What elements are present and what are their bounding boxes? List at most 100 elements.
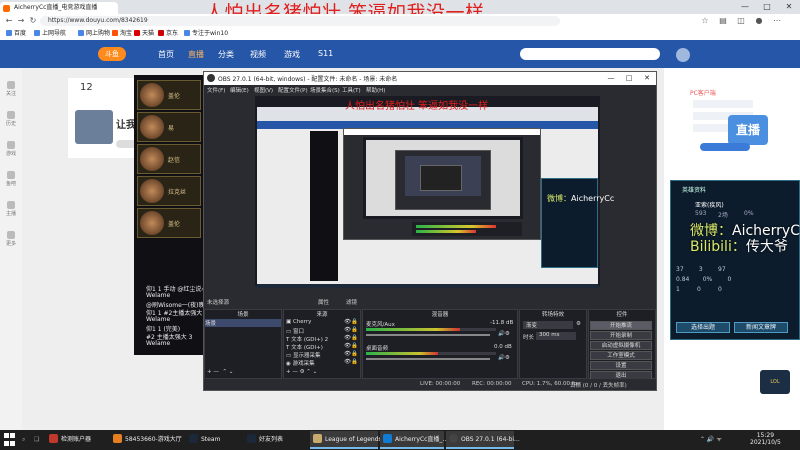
menu-file[interactable]: 文件(F): [207, 86, 225, 94]
bookmark-item[interactable]: 专注于win10: [184, 29, 228, 39]
obs-minimize-icon[interactable]: —: [602, 72, 620, 85]
source-item[interactable]: ▭ 显示器采集 👁🔒: [286, 351, 358, 359]
taskbar-taskview-icon[interactable]: ❏: [34, 431, 39, 449]
settings-button[interactable]: 设置: [590, 361, 652, 370]
add-source-icon[interactable]: + — ⚙ ⌃ ⌄: [286, 369, 317, 375]
transition-settings-icon[interactable]: ⚙: [576, 321, 581, 327]
menu-edit[interactable]: 编辑(E): [230, 86, 249, 94]
sidebar-item-follow[interactable]: 关注: [2, 78, 20, 100]
nav-game[interactable]: 游戏: [284, 49, 300, 60]
taskbar-item[interactable]: OBS 27.0.1 (64-bi...: [446, 431, 520, 449]
source-item[interactable]: T 文本 (GDI+) 2 👁🔒: [286, 335, 358, 343]
bookmark-item[interactable]: 上网导航: [34, 29, 66, 39]
preview-taskbar: [257, 284, 598, 288]
menu-help[interactable]: 帮助(H): [366, 86, 385, 94]
select-exit-button[interactable]: 选择出题: [676, 322, 730, 333]
rec-timer: REC: 00:00:00: [472, 381, 512, 387]
taskbar-item[interactable]: AicherryCc直播_...: [380, 431, 448, 449]
maximize-icon[interactable]: □: [756, 0, 778, 14]
menu-scene-collection[interactable]: 场景集合(S): [310, 86, 340, 94]
promo-button[interactable]: [700, 143, 750, 151]
menu-profile[interactable]: 配置文件(P): [278, 86, 308, 94]
menu-tools[interactable]: 工具(T): [342, 86, 361, 94]
sidebar-item-game[interactable]: 游戏: [2, 138, 20, 160]
mixer-volume-slider[interactable]: [366, 358, 490, 360]
start-recording-button[interactable]: 开始录制: [590, 331, 652, 340]
nav-home[interactable]: 首页: [158, 49, 174, 60]
mixer-mute-icon[interactable]: 🔊⚙: [498, 331, 510, 337]
minimize-icon[interactable]: —: [734, 0, 756, 14]
properties-button[interactable]: 属性: [318, 298, 329, 306]
taskbar-item[interactable]: League of Legends: [310, 431, 382, 449]
scene-item[interactable]: 场景: [205, 319, 281, 327]
url-field[interactable]: https://www.douyu.com/8342619: [40, 16, 560, 26]
recruit-button[interactable]: 新闻文章牌: [734, 322, 788, 333]
sidebar-item-history[interactable]: 历史: [2, 108, 20, 130]
browser-tab[interactable]: AicherryCc直播_电竞游戏直播: [0, 2, 118, 14]
source-item[interactable]: T 文本 (GDI+) 👁🔒: [286, 343, 358, 351]
nav-category[interactable]: 分类: [218, 49, 234, 60]
douyu-search-input[interactable]: [520, 48, 660, 60]
sidebar-item-more[interactable]: 更多: [2, 228, 20, 250]
taskbar-clock[interactable]: 15:29 2021/10/5: [750, 432, 781, 446]
close-icon[interactable]: ✕: [778, 0, 800, 14]
hero-card[interactable]: 盖伦: [137, 208, 201, 238]
collections-icon[interactable]: ▤: [718, 15, 728, 27]
mixer-volume-slider[interactable]: [366, 334, 490, 336]
nav-s11[interactable]: S11: [318, 49, 333, 58]
windows-start-icon[interactable]: [4, 433, 16, 446]
sidebar-item-fishbar[interactable]: 鱼吧: [2, 168, 20, 190]
bookmark-item[interactable]: 百度: [6, 29, 26, 39]
bookmark-item[interactable]: 天猫: [134, 29, 154, 39]
source-item[interactable]: ▭ 窗口 👁🔒: [286, 327, 358, 335]
hero-card[interactable]: 赵信: [137, 144, 201, 174]
nav-live[interactable]: 直播: [188, 49, 204, 60]
hero-portrait-icon: [140, 147, 164, 171]
back-icon[interactable]: ←: [4, 15, 14, 27]
hero-card[interactable]: 易: [137, 112, 201, 142]
source-item[interactable]: ◉ 游戏采集 👁🔒: [286, 359, 358, 367]
refresh-icon[interactable]: ↻: [28, 15, 38, 27]
start-streaming-button[interactable]: 开始推流: [590, 321, 652, 330]
studio-mode-button[interactable]: 工作室模式: [590, 351, 652, 360]
transition-select[interactable]: 渐变: [523, 321, 573, 329]
nested-obs-titlebar: [344, 129, 540, 135]
pc-client-label[interactable]: PC客户端: [690, 88, 716, 97]
mixer-mute-icon[interactable]: 🔊⚙: [498, 355, 510, 361]
more-icon[interactable]: ⋯: [772, 15, 782, 27]
hero-card[interactable]: 拉克丝: [137, 176, 201, 206]
add-scene-icon[interactable]: + — ⌃ ⌄: [207, 369, 233, 375]
menu-view[interactable]: 视图(V): [254, 86, 273, 94]
obs-maximize-icon[interactable]: □: [620, 72, 638, 85]
source-item[interactable]: ▣ Cherry 👁🔒: [286, 319, 358, 325]
taskbar-item[interactable]: Steam: [186, 431, 242, 449]
obs-close-icon[interactable]: ✕: [638, 72, 656, 85]
extensions-icon[interactable]: ◫: [736, 15, 746, 27]
duration-input[interactable]: 300 ms: [536, 332, 576, 340]
taskbar-item[interactable]: 好友列表: [244, 431, 308, 449]
virtual-camera-button[interactable]: 启动虚拟摄像机: [590, 341, 652, 350]
taskbar-item[interactable]: 58453660-游戏大厅: [110, 431, 184, 449]
hero-stats-panel: [670, 180, 800, 340]
taskbar-search-icon[interactable]: ⌕: [22, 431, 25, 449]
filters-button[interactable]: 滤镜: [346, 298, 357, 306]
bookmark-item[interactable]: 网上购物: [78, 29, 110, 39]
tray-icons[interactable]: ⌃ 🔊 ᯤ: [700, 431, 722, 449]
forward-icon[interactable]: →: [16, 15, 26, 27]
bookmark-item[interactable]: 京东: [158, 29, 178, 39]
promo-badge[interactable]: 直播: [728, 115, 768, 145]
user-avatar[interactable]: [676, 48, 690, 62]
bookmark-item[interactable]: 淘宝: [112, 29, 132, 39]
obs-title: OBS 27.0.1 (64-bit, windows) - 配置文件: 未命名…: [218, 76, 398, 83]
taskbar-item[interactable]: 检测账户器: [46, 431, 108, 449]
streamer-avatar[interactable]: [75, 110, 113, 144]
hero-card[interactable]: 盖伦: [137, 80, 201, 110]
favorites-icon[interactable]: ☆: [700, 15, 710, 27]
stats-value: 0%: [744, 210, 754, 217]
sidebar-item-anchor[interactable]: 主播: [2, 198, 20, 220]
nested-meter: [416, 225, 496, 228]
douyu-favicon-icon: [3, 5, 10, 12]
profile-icon[interactable]: ●: [754, 15, 764, 27]
nav-video[interactable]: 视频: [250, 49, 266, 60]
douyu-logo[interactable]: 斗鱼: [98, 47, 126, 61]
